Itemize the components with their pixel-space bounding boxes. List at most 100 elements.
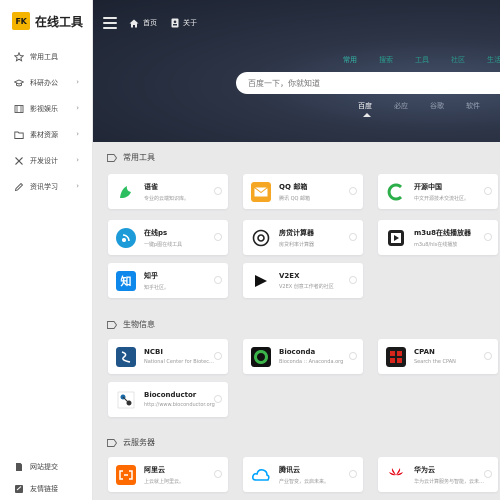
site-card-huawei-cloud[interactable]: 华为云华为云计算服务与智能，云未来。 [378,457,498,492]
site-card-aliyun[interactable]: 阿里云 上云就上阿里云。 [108,457,228,492]
tab-tools[interactable]: 工具 [415,55,429,65]
section-title-cloud-servers: 云服务器 [107,437,155,448]
card-desc: Bioconda :: Anaconda.org [279,359,344,365]
sidebar-item-news-learning[interactable]: 资讯学习 › [0,174,92,200]
search-input[interactable] [248,78,500,88]
card-desc: 房贷利率计算器 [279,241,315,248]
site-card-bioconductor[interactable]: Bioconductor http://www.bioconductor.org [108,382,228,417]
menu-toggle-icon[interactable] [103,17,117,29]
link-icon [14,484,24,494]
card-desc: m3u8/hls在线播放 [414,241,458,248]
card-name: V2EX [279,271,300,280]
card-name: 语雀 [144,182,158,191]
site-card-v2ex[interactable]: V2EX V2EX 创意工作者的社区 [243,263,363,298]
site-card-ncbi[interactable]: NCBI National Center for Biotechnology In… [108,339,228,374]
card-more-icon[interactable] [349,276,357,284]
section-title-bioinformatics: 生物信息 [107,319,155,330]
engine-baidu[interactable]: 百度 [358,101,372,111]
sidebar-item-resources[interactable]: 素材资源 › [0,122,92,148]
logo[interactable]: FK 在线工具 [0,0,92,42]
logo-badge: FK [12,12,30,30]
sidebar-item-label: 开发设计 [30,157,58,165]
site-card-yuque[interactable]: 语雀 专业的云端知识库。 [108,174,228,209]
online-ps-logo-icon [116,227,136,248]
section-title-label: 生物信息 [123,320,155,329]
active-engine-indicator [363,113,371,117]
huawei-cloud-logo-icon [386,465,406,485]
sidebar-item-friend-links[interactable]: 友情链接 [0,478,92,500]
sidebar-item-common-tools[interactable]: 常用工具 [0,44,92,70]
card-more-icon[interactable] [349,187,357,195]
site-card-online-ps[interactable]: 在线ps 一键p图在线工具 [108,220,228,255]
card-name: 华为云 [414,465,435,474]
card-more-icon[interactable] [214,233,222,241]
card-more-icon[interactable] [349,352,357,360]
card-more-icon[interactable] [484,187,492,195]
card-more-icon[interactable] [349,470,357,478]
main-content: 常用工具 语雀 专业的云端知识库。 QQ 邮箱 腾讯 QQ 邮箱 开源中国 中文开源技… [93,142,500,500]
site-card-bioconda[interactable]: BiocondaBioconda :: Anaconda.org [243,339,363,374]
card-desc: 华为云计算服务与智能，云未来。 [414,478,486,485]
card-name: Bioconda [279,348,316,356]
card-more-icon[interactable] [484,352,492,360]
chevron-right-icon: › [76,130,79,138]
tab-life[interactable]: 生活 [487,55,500,65]
card-name: CPAN [414,348,435,356]
card-more-icon[interactable] [214,352,222,360]
yuque-logo-icon [116,182,136,202]
card-name: 阿里云 [144,465,165,474]
section-title-label: 云服务器 [123,438,155,447]
tab-common[interactable]: 常用 [343,55,357,65]
engine-bing[interactable]: 必应 [394,101,408,111]
card-desc: 一键p图在线工具 [144,241,183,248]
nav-about-link[interactable]: 关于 [171,18,197,28]
engine-software[interactable]: 软件 [466,101,480,111]
engine-google[interactable]: 谷歌 [430,101,444,111]
card-more-icon[interactable] [214,470,222,478]
card-more-icon[interactable] [484,233,492,241]
cpan-logo-icon [386,346,406,367]
site-card-cpan[interactable]: CPAN Search the CPAN [378,339,498,374]
card-desc: 产业智变，云启未来。 [279,478,330,485]
m3u8-player-logo-icon [386,228,406,248]
site-card-zhihu[interactable]: 知 知乎 知乎社区。 [108,263,228,298]
card-more-icon[interactable] [214,187,222,195]
tag-icon [107,153,117,162]
card-more-icon[interactable] [484,470,492,478]
sidebar-item-research-office[interactable]: 科研办公 › [0,70,92,96]
sidebar-nav: 常用工具 科研办公 › 影视娱乐 › 素材资源 › 开发设计 › 资讯学习 › [0,44,92,200]
card-more-icon[interactable] [349,233,357,241]
tab-search[interactable]: 搜索 [379,55,393,65]
sidebar-item-label: 常用工具 [30,53,58,61]
document-icon [14,462,24,472]
header-hero: 首页 关于 常用 搜索 工具 社区 生活 百度 必应 谷歌 软件 [93,0,500,142]
tools-icon [14,156,24,166]
sidebar-item-label: 资讯学习 [30,183,58,191]
card-more-icon[interactable] [214,276,222,284]
ncbi-logo-icon [116,346,136,367]
card-desc: 腾讯 QQ 邮箱 [279,195,311,202]
nav-about-label: 关于 [183,19,197,27]
site-card-m3u8-player[interactable]: m3u8在线播放器 m3u8/hls在线播放 [378,220,498,255]
sidebar-item-dev-design[interactable]: 开发设计 › [0,148,92,174]
card-more-icon[interactable] [214,395,222,403]
tab-community[interactable]: 社区 [451,55,465,65]
pencil-icon [14,182,24,192]
section-title-label: 常用工具 [123,153,155,162]
logo-text: 在线工具 [35,14,84,29]
site-card-qq-mail[interactable]: QQ 邮箱 腾讯 QQ 邮箱 [243,174,363,209]
chevron-right-icon: › [76,156,79,164]
nav-home-link[interactable]: 首页 [129,18,157,28]
card-name: 腾讯云 [279,465,300,474]
site-card-tencent-cloud[interactable]: 腾讯云产业智变，云启未来。 [243,457,363,492]
sidebar-item-submit-site[interactable]: 网站提交 [0,456,92,478]
card-desc: 中文开源技术交流社区。 [414,195,470,202]
card-name: 在线ps [144,228,168,237]
site-card-mortgage-calculator[interactable]: 房贷计算器 房贷利率计算器 [243,220,363,255]
search-category-tabs: 常用 搜索 工具 社区 生活 [343,55,500,65]
sidebar: FK 在线工具 常用工具 科研办公 › 影视娱乐 › 素材资源 › 开发设计 › [0,0,93,500]
graduation-cap-icon [14,78,24,88]
site-card-oschina[interactable]: 开源中国 中文开源技术交流社区。 [378,174,498,209]
sidebar-item-entertainment[interactable]: 影视娱乐 › [0,96,92,122]
sidebar-item-label: 影视娱乐 [30,105,58,113]
